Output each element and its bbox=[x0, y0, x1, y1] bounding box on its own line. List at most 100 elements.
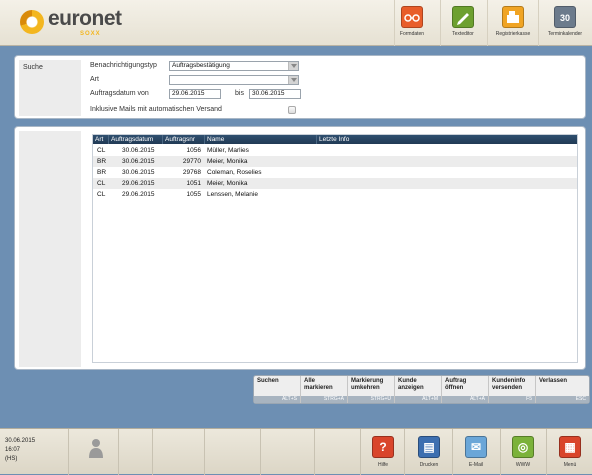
column-header-info[interactable]: Letzte Info bbox=[317, 135, 577, 144]
glasses-icon bbox=[401, 6, 423, 28]
chevron-down-icon[interactable] bbox=[288, 62, 298, 70]
auto-mail-label: Inklusive Mails mit automatischen Versan… bbox=[90, 106, 222, 113]
table-row[interactable]: CL 29.06.2015 1051 Meier, Monika bbox=[93, 178, 577, 189]
logo-name: euronet bbox=[48, 7, 122, 30]
results-sidebar bbox=[19, 131, 81, 367]
menu-button[interactable]: ▦ Menü bbox=[550, 436, 590, 472]
fkey-shortcut: ALT+S bbox=[254, 396, 300, 403]
cell-art: BR bbox=[97, 169, 107, 176]
search-title: Suche bbox=[23, 64, 43, 71]
table-row[interactable]: CL 29.06.2015 1055 Lenssen, Melanie bbox=[93, 189, 577, 200]
column-header-name[interactable]: Name bbox=[205, 135, 317, 144]
divider bbox=[260, 429, 261, 475]
column-header-nr[interactable]: Auftragsnr bbox=[163, 135, 205, 144]
suchen-button[interactable]: Suchen ALT+S bbox=[254, 376, 301, 403]
date-to-input[interactable]: 30.06.2015 bbox=[249, 89, 301, 99]
cell-name: Coleman, Roselies bbox=[207, 169, 262, 176]
table-header: Art Auftragsdatum Auftragsnr Name Letzte… bbox=[93, 135, 577, 144]
www-button[interactable]: ◎ WWW bbox=[503, 436, 543, 472]
notification-type-select[interactable]: Auftragsbestätigung bbox=[169, 61, 299, 71]
status-time: 16:07 bbox=[5, 447, 21, 453]
column-header-art[interactable]: Art bbox=[93, 135, 109, 144]
cell-art: CL bbox=[97, 191, 106, 198]
help-label: Hilfe bbox=[377, 462, 388, 468]
table-row[interactable]: BR 30.06.2015 29770 Meier, Monika bbox=[93, 156, 577, 167]
send-customer-info-button[interactable]: Kundeninfo versenden F5 bbox=[489, 376, 536, 403]
table-row[interactable]: CL 30.06.2015 1056 Müller, Marlies bbox=[93, 145, 577, 156]
registrierkasse-label: Registrierkasse bbox=[495, 31, 531, 37]
results-panel: Art Auftragsdatum Auftragsnr Name Letzte… bbox=[14, 126, 586, 370]
print-label: Drucken bbox=[419, 462, 439, 468]
divider bbox=[68, 429, 69, 475]
printer-icon: ▤ bbox=[418, 436, 440, 458]
registrierkasse-button[interactable]: Registrierkasse bbox=[490, 6, 536, 44]
globe-icon: ◎ bbox=[512, 436, 534, 458]
fkey-label: Kunde bbox=[398, 378, 417, 384]
table-row[interactable]: BR 30.06.2015 29768 Coleman, Roselies bbox=[93, 167, 577, 178]
fkey-label: Verlassen bbox=[539, 378, 568, 384]
results-table: Art Auftragsdatum Auftragsnr Name Letzte… bbox=[92, 134, 578, 363]
top-header: euronet SOXX Formdaten Texteditor Regist… bbox=[0, 0, 592, 46]
terminkalender-label: Terminkalender bbox=[547, 31, 583, 37]
notification-type-label: Benachrichtigungstyp bbox=[90, 62, 157, 69]
show-customer-button[interactable]: Kunde anzeigen ALT+M bbox=[395, 376, 442, 403]
fkey-label: Alle bbox=[304, 378, 316, 384]
fkey-label: versenden bbox=[492, 385, 523, 391]
auto-mail-checkbox[interactable] bbox=[288, 106, 296, 114]
cell-datum: 30.06.2015 bbox=[122, 169, 155, 176]
euronet-logo: euronet SOXX bbox=[20, 7, 140, 38]
open-order-button[interactable]: Auftrag öffnen ALT+A bbox=[442, 376, 489, 403]
cell-nr: 1056 bbox=[186, 147, 201, 154]
cell-datum: 29.06.2015 bbox=[122, 191, 155, 198]
date-from-input[interactable]: 29.06.2015 bbox=[169, 89, 221, 99]
exit-button[interactable]: Verlassen ESC bbox=[536, 376, 589, 403]
invert-selection-button[interactable]: Markierung umkehren STRG+U bbox=[348, 376, 395, 403]
terminkalender-button[interactable]: 30 Terminkalender bbox=[542, 6, 588, 44]
fkey-label: Suchen bbox=[257, 378, 279, 384]
divider bbox=[314, 429, 315, 475]
divider bbox=[152, 429, 153, 475]
fkey-label: markieren bbox=[304, 385, 333, 391]
chevron-down-icon[interactable] bbox=[288, 76, 298, 84]
select-all-button[interactable]: Alle markieren STRG+A bbox=[301, 376, 348, 403]
bottom-bar: 30.06.2015 16:07 (HS) ? Hilfe ▤ Drucken … bbox=[0, 428, 592, 475]
email-button[interactable]: ✉ E-Mail bbox=[456, 436, 496, 472]
art-select[interactable] bbox=[169, 75, 299, 85]
cell-art: CL bbox=[97, 147, 106, 154]
logo-sub: SOXX bbox=[80, 31, 101, 37]
date-from-label: Auftragsdatum von bbox=[90, 90, 149, 97]
menu-label: Menü bbox=[563, 462, 577, 468]
mail-icon: ✉ bbox=[465, 436, 487, 458]
cell-art: CL bbox=[97, 180, 106, 187]
texteditor-button[interactable]: Texteditor bbox=[440, 6, 486, 44]
cell-datum: 29.06.2015 bbox=[122, 180, 155, 187]
cell-art: BR bbox=[97, 158, 107, 165]
calendar-icon: 30 bbox=[554, 6, 576, 28]
fkey-shortcut: STRG+A bbox=[301, 396, 347, 403]
fkey-label: anzeigen bbox=[398, 385, 424, 391]
help-button[interactable]: ? Hilfe bbox=[363, 436, 403, 472]
cell-nr: 1055 bbox=[186, 191, 201, 198]
cell-name: Meier, Monika bbox=[207, 158, 248, 165]
divider bbox=[487, 0, 488, 46]
divider bbox=[500, 429, 501, 475]
fkey-label: öffnen bbox=[445, 385, 464, 391]
cell-nr: 29770 bbox=[182, 158, 201, 165]
logo-mark-icon bbox=[20, 10, 44, 34]
cell-name: Müller, Marlies bbox=[207, 147, 249, 154]
divider bbox=[118, 429, 119, 475]
cell-datum: 30.06.2015 bbox=[122, 147, 155, 154]
formdaten-button[interactable]: Formdaten bbox=[389, 6, 435, 44]
fkey-shortcut: ESC bbox=[536, 396, 589, 403]
divider bbox=[404, 429, 405, 475]
fkey-label: Markierung bbox=[351, 378, 384, 384]
column-header-datum[interactable]: Auftragsdatum bbox=[109, 135, 163, 144]
print-button[interactable]: ▤ Drucken bbox=[409, 436, 449, 472]
email-label: E-Mail bbox=[468, 462, 484, 468]
status-info: 30.06.2015 16:07 (HS) bbox=[5, 437, 35, 464]
www-label: WWW bbox=[515, 462, 531, 468]
cell-datum: 30.06.2015 bbox=[122, 158, 155, 165]
help-icon: ? bbox=[372, 436, 394, 458]
cell-name: Meier, Monika bbox=[207, 180, 248, 187]
search-sidebar: Suche bbox=[19, 60, 81, 116]
